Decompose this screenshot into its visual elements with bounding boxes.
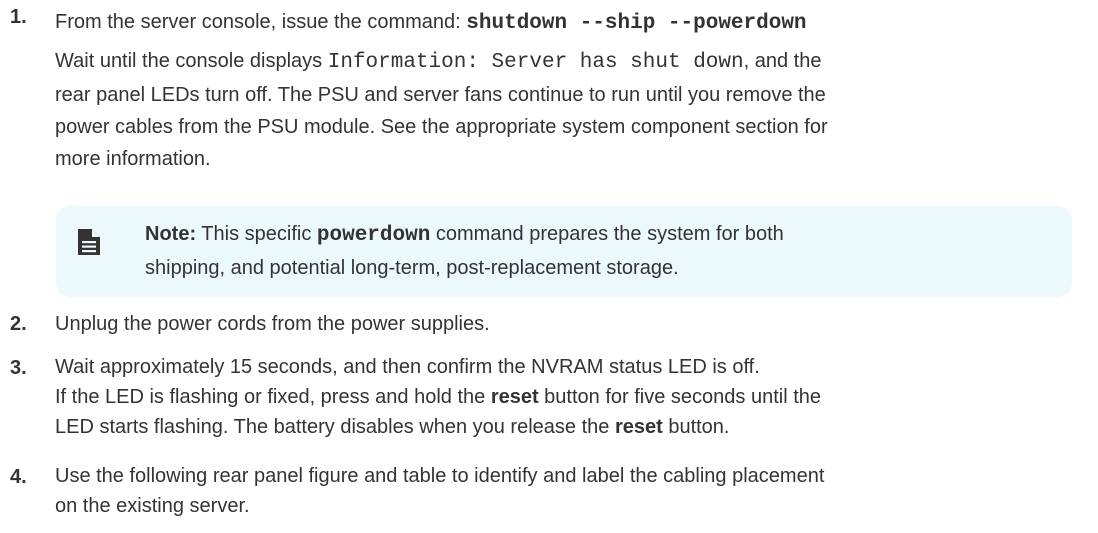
step-2-body: Unplug the power cords from the power su… <box>55 308 1085 340</box>
step-1-body: From the server console, issue the comma… <box>55 6 1085 40</box>
step-3-line-3: LED starts flashing. The battery disable… <box>55 412 1085 442</box>
shutdown-command: shutdown --ship --powerdown <box>466 12 807 35</box>
powerdown-command: powerdown <box>316 224 431 247</box>
step-number: 3. <box>10 357 27 379</box>
step-1-line: power cables from the PSU module. See th… <box>55 116 828 138</box>
note-icon <box>78 229 100 255</box>
procedure-page: 1. From the server console, issue the co… <box>0 0 1098 533</box>
note-label: Note: <box>145 223 197 245</box>
step-1-intro: From the server console, issue the comma… <box>55 11 467 33</box>
step-number: 2. <box>10 313 27 335</box>
step-1-command-line: From the server console, issue the comma… <box>55 6 1085 40</box>
wait-suffix: , and the <box>743 50 822 72</box>
note-line-1: Note: This specific powerdown command pr… <box>145 218 1045 252</box>
step-3-line-3-suffix: button. <box>662 416 730 438</box>
note-pre: This specific <box>196 223 317 245</box>
step-1-wait-line: Wait until the console displays Informat… <box>55 45 1085 79</box>
step-3-line-2-suffix: button for five seconds until the <box>538 386 822 408</box>
step-3-line-2: If the LED is flashing or fixed, press a… <box>55 382 1085 412</box>
note-line-2: shipping, and potential long-term, post-… <box>145 257 679 279</box>
step-3-line-1: Wait approximately 15 seconds, and then … <box>55 356 760 378</box>
step-3-body: Wait approximately 15 seconds, and then … <box>55 352 1085 442</box>
step-3-line-2-prefix: If the LED is flashing or fixed, press a… <box>55 386 491 408</box>
step-1-line: more information. <box>55 148 211 170</box>
step-2-text: Unplug the power cords from the power su… <box>55 313 490 335</box>
step-number: 1. <box>10 6 27 28</box>
step-number: 4. <box>10 466 27 488</box>
reset-label: reset <box>614 416 663 438</box>
note-post: command prepares the system for both <box>430 223 784 245</box>
step-4-line-1: Use the following rear panel figure and … <box>55 465 825 487</box>
console-message: Information: Server has shut down <box>327 51 744 74</box>
note-box: Note: This specific powerdown command pr… <box>56 206 1072 297</box>
step-1-line: rear panel LEDs turn off. The PSU and se… <box>55 84 826 106</box>
step-4-line-2: on the existing server. <box>55 495 250 517</box>
step-3-line-3-prefix: LED starts flashing. The battery disable… <box>55 416 615 438</box>
note-text: Note: This specific powerdown command pr… <box>145 218 1045 284</box>
step-4-body: Use the following rear panel figure and … <box>55 461 1085 521</box>
wait-prefix: Wait until the console displays <box>55 50 328 72</box>
reset-label: reset <box>490 386 539 408</box>
step-1-detail-body: Wait until the console displays Informat… <box>55 45 1085 175</box>
